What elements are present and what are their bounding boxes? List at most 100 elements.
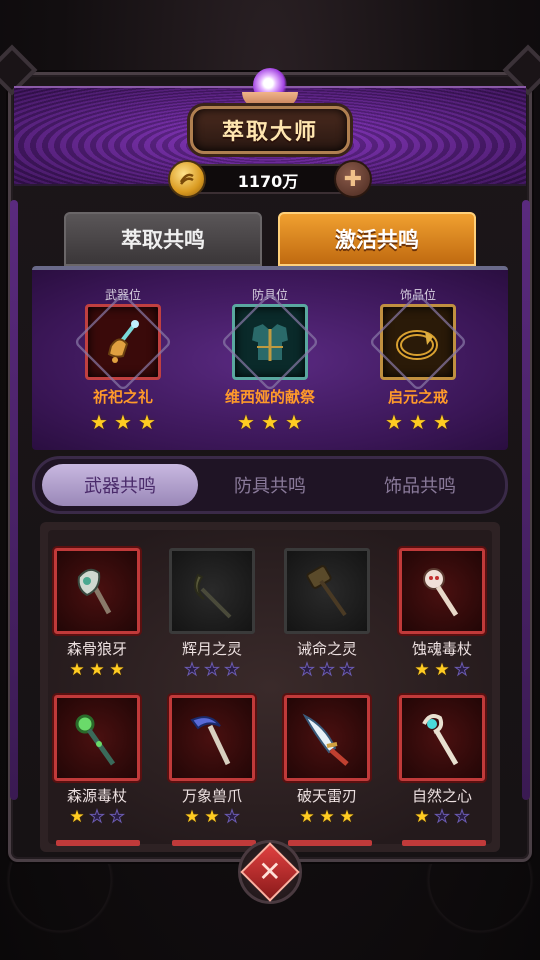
- close-icon: ✕: [258, 855, 282, 888]
- star-filled-icon: ★: [237, 410, 255, 434]
- star-filled-icon: ★: [69, 660, 85, 680]
- star-filled-icon: ★: [69, 807, 85, 827]
- star-empty-icon: ★: [224, 807, 240, 827]
- item-frame: [399, 548, 485, 634]
- plus-icon: ✚: [343, 166, 363, 192]
- star-filled-icon: ★: [339, 807, 355, 827]
- star-filled-icon: ★: [114, 410, 132, 434]
- item-frame: [284, 695, 370, 781]
- star-filled-icon: ★: [204, 807, 220, 827]
- coin-amount: 1170万: [237, 172, 299, 191]
- nature-staff-icon: [422, 714, 459, 766]
- item-name: 破天雷刃: [296, 787, 357, 805]
- star-filled-icon: ★: [433, 410, 451, 434]
- hammer-icon: [306, 565, 347, 617]
- star-empty-icon: ★: [454, 807, 470, 827]
- weapon-item[interactable]: 森源毒杖 ★ ★ ★: [47, 695, 147, 827]
- star-rating: ★ ★ ★: [75, 411, 171, 433]
- close-button[interactable]: ✕: [238, 840, 302, 904]
- weapon-item[interactable]: 破天雷刃 ★ ★ ★: [277, 695, 377, 826]
- weapon-item[interactable]: 辉月之灵 ★ ★ ★: [162, 548, 262, 680]
- star-rating: ★ ★ ★: [392, 660, 492, 680]
- star-filled-icon: ★: [299, 807, 315, 827]
- star-filled-icon: ★: [89, 660, 105, 680]
- weapon-slot[interactable]: 武器位 祈祀之礼 ★★★: [75, 286, 171, 433]
- slot-frame: [380, 304, 456, 380]
- star-rating: ★ ★ ★: [47, 661, 147, 679]
- subtab-weapon-resonance[interactable]: 武器共鸣: [42, 464, 198, 506]
- bone-axe-icon: [77, 568, 112, 615]
- star-rating: ★ ★ ★: [162, 660, 262, 680]
- armor-icon: [249, 321, 291, 362]
- item-name: 蚀魂毒杖: [411, 640, 472, 658]
- star-rating: ★ ★ ★: [392, 807, 492, 827]
- item-name: 森骨狼牙: [66, 640, 127, 658]
- add-currency-button[interactable]: ✚: [334, 160, 372, 198]
- star-filled-icon: ★: [319, 807, 335, 827]
- star-empty-icon: ★: [204, 660, 220, 680]
- slot-frame: [232, 304, 308, 380]
- weapon-item[interactable]: 森骨狼牙 ★ ★ ★: [47, 548, 147, 679]
- subtab-accessory-resonance[interactable]: 饰品共鸣: [342, 464, 498, 506]
- ring-icon: [396, 330, 438, 360]
- star-empty-icon: ★: [184, 660, 200, 680]
- star-empty-icon: ★: [319, 660, 335, 680]
- star-filled-icon: ★: [285, 410, 303, 434]
- weapon-item[interactable]: 自然之心 ★ ★ ★: [392, 695, 492, 827]
- star-rating: ★ ★ ★: [277, 660, 377, 680]
- frame-side-bar: [10, 200, 18, 800]
- star-rating: ★ ★ ★: [162, 807, 262, 827]
- star-filled-icon: ★: [138, 410, 156, 434]
- star-filled-icon: ★: [261, 410, 279, 434]
- star-rating: ★ ★ ★: [370, 411, 466, 433]
- accessory-slot[interactable]: 饰品位 启元之戒 ★★★: [370, 286, 466, 433]
- weapon-item[interactable]: 诫命之灵 ★ ★ ★: [277, 548, 377, 680]
- skull-staff-icon: [423, 568, 459, 617]
- item-frame: [169, 548, 255, 634]
- star-empty-icon: ★: [109, 807, 125, 827]
- tab-extract-resonance[interactable]: 萃取共鸣: [64, 212, 262, 266]
- star-empty-icon: ★: [299, 660, 315, 680]
- item-name: 辉月之灵: [181, 640, 242, 658]
- frame-side-bar: [522, 200, 530, 800]
- claw-scythe-icon: [190, 716, 231, 766]
- star-filled-icon: ★: [90, 410, 108, 434]
- weapon-item[interactable]: 万象兽爪 ★ ★ ★: [162, 695, 262, 827]
- tab-activate-resonance[interactable]: 激活共鸣: [278, 212, 476, 266]
- item-name: 诫命之灵: [296, 640, 357, 658]
- thunder-blade-icon: [302, 713, 349, 766]
- star-filled-icon: ★: [414, 660, 430, 680]
- star-rating: ★ ★ ★: [47, 807, 147, 827]
- page-title: 萃取大师: [221, 120, 318, 145]
- slot-frame: [85, 304, 161, 380]
- item-frame: [284, 548, 370, 634]
- star-rating: ★ ★ ★: [277, 808, 377, 826]
- item-frame: [399, 695, 485, 781]
- star-filled-icon: ★: [184, 807, 200, 827]
- next-row-peek: [402, 840, 486, 846]
- item-name: 森源毒杖: [66, 787, 127, 805]
- gold-coin-icon: [168, 160, 206, 198]
- star-filled-icon: ★: [414, 807, 430, 827]
- star-filled-icon: ★: [109, 660, 125, 680]
- crescent-staff-icon: [194, 573, 232, 619]
- item-frame: [54, 548, 140, 634]
- star-rating: ★ ★ ★: [222, 411, 318, 433]
- star-empty-icon: ★: [454, 660, 470, 680]
- close-icon-frame: ✕: [240, 842, 300, 902]
- item-name: 万象兽爪: [181, 787, 242, 805]
- next-row-peek: [172, 840, 256, 846]
- star-empty-icon: ★: [434, 807, 450, 827]
- next-row-peek: [288, 840, 372, 846]
- weapon-item[interactable]: 蚀魂毒杖 ★ ★ ★: [392, 548, 492, 680]
- item-name: 自然之心: [411, 787, 472, 805]
- item-frame: [169, 695, 255, 781]
- star-filled-icon: ★: [385, 410, 403, 434]
- subtab-armor-resonance[interactable]: 防具共鸣: [192, 464, 348, 506]
- star-empty-icon: ★: [339, 660, 355, 680]
- armor-slot[interactable]: 防具位 维西娅的献祭 ★★★: [222, 286, 318, 433]
- star-filled-icon: ★: [434, 660, 450, 680]
- title-plate: 萃取大师: [190, 106, 350, 154]
- next-row-peek: [56, 840, 140, 846]
- star-empty-icon: ★: [224, 660, 240, 680]
